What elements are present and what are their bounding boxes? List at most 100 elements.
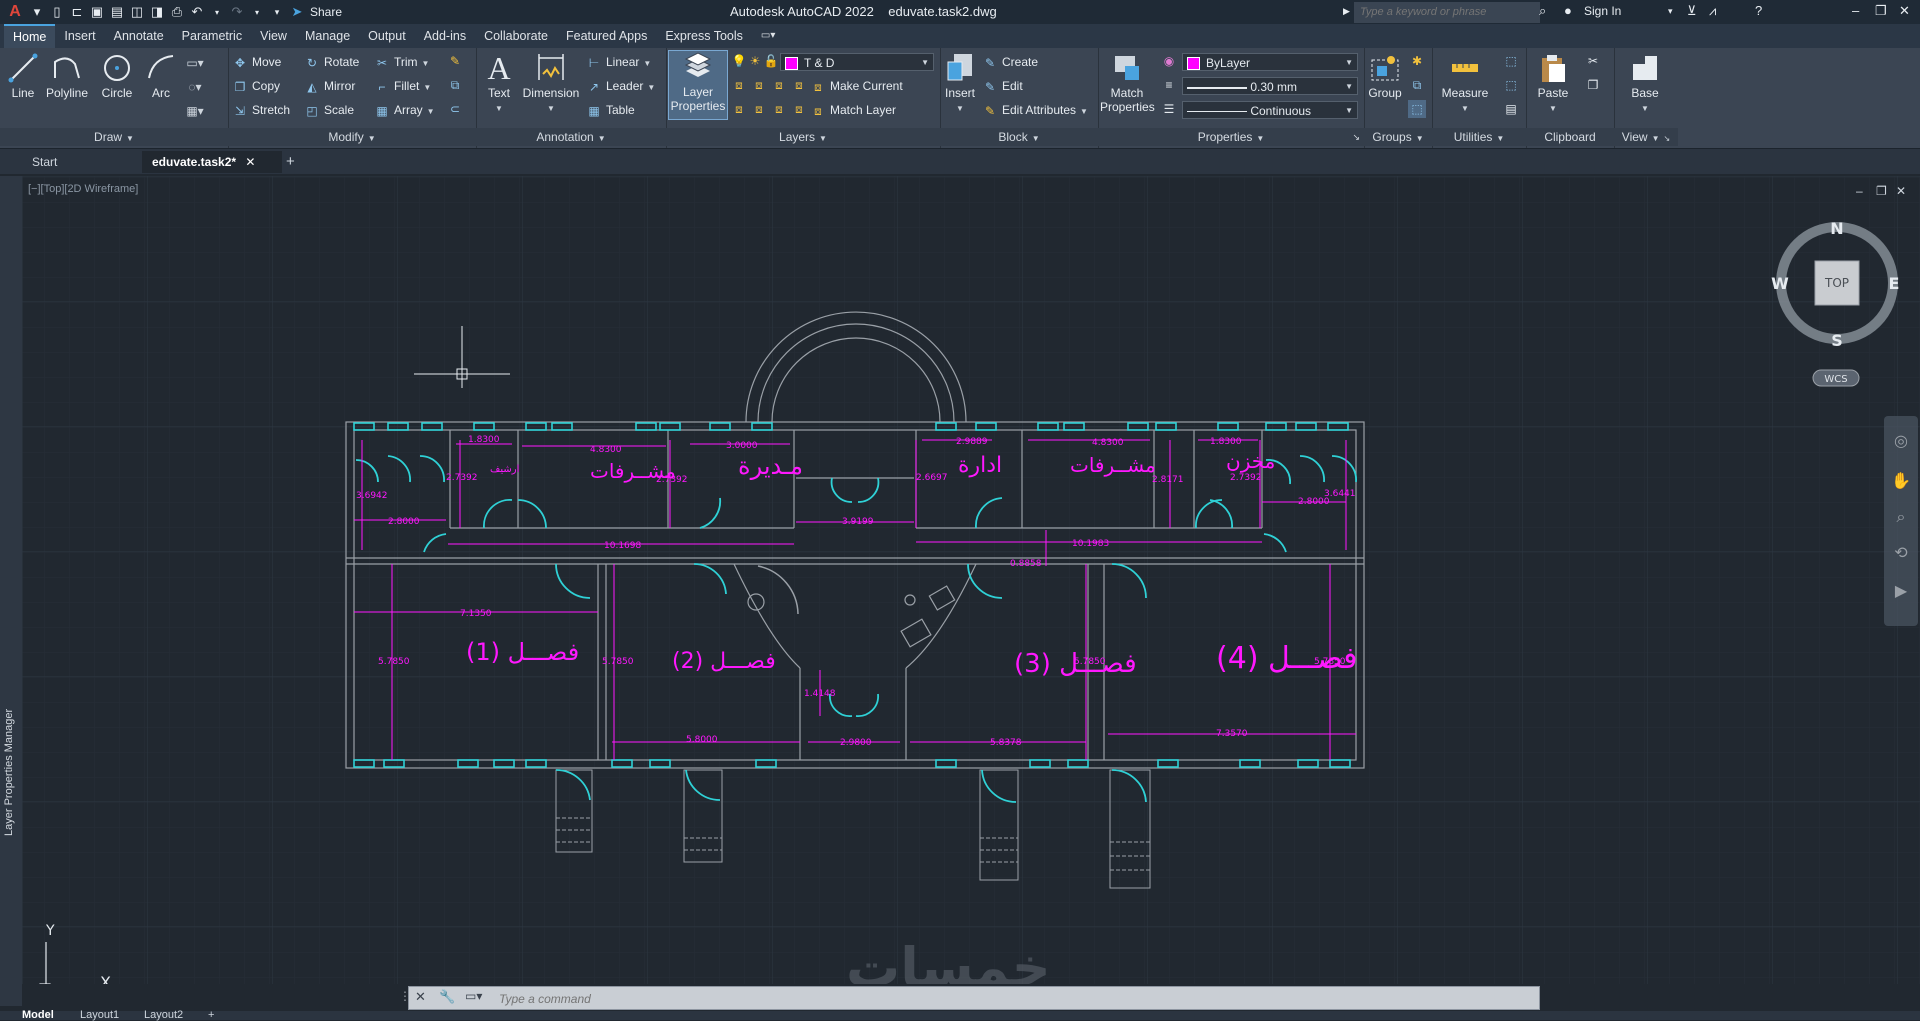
- layer-lock-icon[interactable]: 🔓: [762, 52, 780, 70]
- cut-icon[interactable]: ✂: [1584, 52, 1602, 70]
- ribbon-tab-parametric[interactable]: Parametric: [173, 24, 251, 48]
- showmotion-icon[interactable]: ▶: [1895, 581, 1908, 600]
- sign-in-dropdown-icon[interactable]: ▾: [1668, 6, 1673, 17]
- steering-wheel-icon[interactable]: ◎: [1894, 431, 1908, 450]
- arc-tool[interactable]: Arc: [138, 52, 184, 100]
- command-customize-icon[interactable]: 🔧: [439, 989, 455, 1005]
- orbit-icon[interactable]: ⟲: [1894, 543, 1908, 562]
- ungroup-icon[interactable]: ✱: [1408, 52, 1426, 70]
- layout2-tab[interactable]: Layout2: [144, 1010, 183, 1021]
- minimize-window-icon[interactable]: –: [1852, 3, 1859, 18]
- clipboard-panel-title[interactable]: Clipboard: [1526, 128, 1614, 146]
- fillet-tool[interactable]: ⌐ Fillet ▼: [374, 76, 431, 96]
- viewport-minimize-icon[interactable]: –: [1856, 184, 1863, 198]
- calculator-icon[interactable]: ▤: [1502, 100, 1520, 118]
- utilities-panel-title[interactable]: Utilities ▼: [1432, 128, 1526, 146]
- layer-tool-4-icon[interactable]: ⧈: [790, 76, 808, 94]
- customize-toolbar-icon[interactable]: ▾: [268, 3, 286, 21]
- ribbon-tab-express-tools[interactable]: Express Tools: [656, 24, 752, 48]
- command-close-icon[interactable]: ✕: [415, 989, 426, 1005]
- erase-icon[interactable]: ✎: [446, 52, 464, 70]
- edit-attributes-tool[interactable]: ✎ Edit Attributes ▼: [982, 100, 1088, 120]
- groups-panel-title[interactable]: Groups ▼: [1364, 128, 1432, 146]
- redo-icon[interactable]: ↷: [228, 3, 246, 21]
- view-launcher-icon[interactable]: ↘: [1664, 130, 1671, 148]
- viewport-restore-icon[interactable]: ❐: [1876, 184, 1887, 198]
- command-history-icon[interactable]: ▭▾: [465, 989, 482, 1003]
- layers-panel-title[interactable]: Layers ▼: [666, 128, 940, 146]
- array-tool[interactable]: ▦ Array ▼: [374, 100, 434, 120]
- command-input[interactable]: [497, 989, 1501, 1009]
- restore-window-icon[interactable]: ❐: [1875, 3, 1887, 19]
- match-properties-tool[interactable]: Match Properties: [1100, 52, 1155, 114]
- viewport-close-icon[interactable]: ✕: [1896, 184, 1906, 198]
- open-web-icon[interactable]: ◫: [128, 3, 146, 21]
- linear-tool[interactable]: ⊢ Linear ▼: [586, 52, 652, 72]
- create-block-tool[interactable]: ✎ Create: [982, 52, 1038, 72]
- group-select-icon[interactable]: ⬚: [1408, 100, 1426, 118]
- compass-east[interactable]: E: [1889, 274, 1900, 293]
- new-tab-icon[interactable]: +: [276, 151, 305, 173]
- ribbon-tab-view[interactable]: View: [251, 24, 296, 48]
- drawing-viewport[interactable]: فصـــل (1) فصـــل (2) فصـــل (3) فصـــل …: [22, 176, 1920, 984]
- ribbon-minimize-icon[interactable]: ▭▾: [752, 24, 784, 48]
- layer-tool-8-icon[interactable]: ⧈: [790, 100, 808, 118]
- save-as-icon[interactable]: ▤: [108, 3, 126, 21]
- start-tab[interactable]: Start: [22, 151, 67, 173]
- share-icon[interactable]: ➤: [288, 3, 306, 21]
- undo-dropdown-icon[interactable]: ▾: [208, 3, 226, 21]
- new-file-icon[interactable]: ▯: [48, 3, 66, 21]
- ribbon-tab-manage[interactable]: Manage: [296, 24, 359, 48]
- draw-panel-title[interactable]: Draw ▼: [0, 128, 228, 146]
- close-tab-icon[interactable]: ✕: [245, 155, 255, 169]
- quick-select-icon[interactable]: ⬚: [1502, 52, 1520, 70]
- search-icon[interactable]: ⌕: [1539, 3, 1546, 19]
- scale-tool[interactable]: ◰ Scale: [304, 100, 354, 120]
- save-web-icon[interactable]: ◨: [148, 3, 166, 21]
- polyline-tool[interactable]: Polyline: [42, 52, 92, 100]
- save-icon[interactable]: ▣: [88, 3, 106, 21]
- make-current-tool[interactable]: ⧈ Make Current: [810, 76, 903, 96]
- insert-tool[interactable]: Insert ▼: [940, 52, 980, 114]
- properties-panel-title[interactable]: Properties ▼ ↘: [1098, 128, 1364, 146]
- dimension-tool[interactable]: Dimension ▼: [520, 52, 582, 114]
- group-tool[interactable]: Group: [1364, 52, 1406, 100]
- layer-properties-palette-strip[interactable]: Layer Properties Manager: [0, 176, 22, 1006]
- undo-icon[interactable]: ↶: [188, 3, 206, 21]
- move-tool[interactable]: ✥ Move: [232, 52, 281, 72]
- search-input[interactable]: [1354, 2, 1540, 23]
- ribbon-tab-featured-apps[interactable]: Featured Apps: [557, 24, 656, 48]
- stretch-tool[interactable]: ⇲ Stretch: [232, 100, 290, 120]
- modify-panel-title[interactable]: Modify ▼: [228, 128, 476, 146]
- add-layout-icon[interactable]: +: [208, 1010, 214, 1021]
- plot-icon[interactable]: ⎙: [168, 3, 186, 21]
- compass-south[interactable]: S: [1831, 331, 1843, 350]
- rotate-tool[interactable]: ↻ Rotate: [304, 52, 359, 72]
- paste-tool[interactable]: Paste ▼: [1530, 52, 1576, 114]
- layer-tool-6-icon[interactable]: ⧈: [750, 100, 768, 118]
- lineweight-icon[interactable]: ≡: [1160, 76, 1178, 94]
- share-button[interactable]: Share: [310, 5, 342, 19]
- layer-tool-5-icon[interactable]: ⧈: [730, 100, 748, 118]
- table-tool[interactable]: ▦ Table: [586, 100, 634, 120]
- leader-tool[interactable]: ↗ Leader ▼: [586, 76, 655, 96]
- linetype-dropdown[interactable]: Continuous ▼: [1182, 101, 1358, 119]
- close-window-icon[interactable]: ✕: [1899, 3, 1910, 19]
- redo-dropdown-icon[interactable]: ▾: [248, 3, 266, 21]
- lineweight-dropdown[interactable]: 0.30 mm ▼: [1182, 77, 1358, 95]
- select-all-icon[interactable]: ⬚: [1502, 76, 1520, 94]
- color-wheel-icon[interactable]: ◉: [1160, 52, 1178, 70]
- ribbon-tab-add-ins[interactable]: Add-ins: [415, 24, 475, 48]
- copy-tool[interactable]: ❐ Copy: [232, 76, 280, 96]
- layout1-tab[interactable]: Layout1: [80, 1010, 119, 1021]
- layer-tool-1-icon[interactable]: ⧈: [730, 76, 748, 94]
- ribbon-tab-collaborate[interactable]: Collaborate: [475, 24, 557, 48]
- color-dropdown[interactable]: ByLayer ▼: [1182, 53, 1358, 71]
- document-tab[interactable]: eduvate.task2* ✕: [142, 151, 282, 173]
- line-tool[interactable]: Line: [0, 52, 46, 100]
- region-icon[interactable]: ▦▾: [186, 102, 204, 120]
- zoom-icon[interactable]: ⌕: [1897, 507, 1906, 526]
- annotation-panel-title[interactable]: Annotation ▼: [476, 128, 666, 146]
- open-file-icon[interactable]: ⊏: [68, 3, 86, 21]
- autodesk-app-icon[interactable]: ⩘: [1709, 3, 1716, 19]
